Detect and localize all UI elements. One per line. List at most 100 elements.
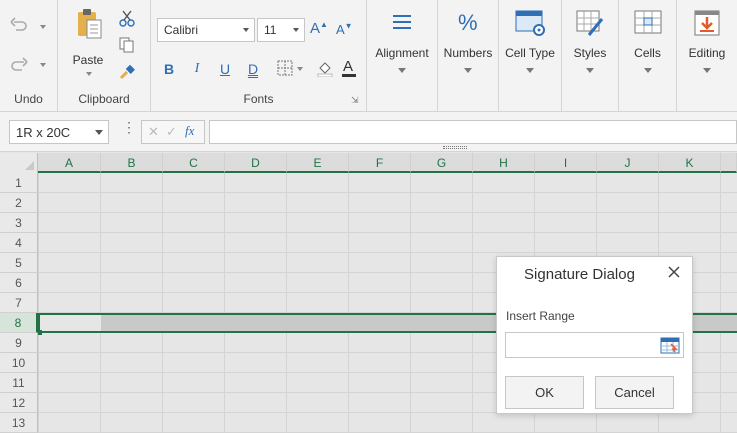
increase-font-icon: A▲ bbox=[310, 20, 328, 37]
fill-color-button[interactable] bbox=[316, 59, 334, 80]
alignment-button[interactable]: Alignment bbox=[367, 0, 438, 112]
editing-label: Editing bbox=[688, 46, 726, 60]
chevron-down-icon bbox=[703, 68, 711, 73]
row-header[interactable]: 12 bbox=[0, 393, 38, 413]
chevron-down-icon bbox=[293, 28, 299, 32]
range-select-button[interactable] bbox=[660, 337, 680, 354]
column-header[interactable]: H bbox=[473, 153, 535, 173]
copy-button[interactable] bbox=[118, 36, 136, 57]
row-header[interactable]: 2 bbox=[0, 193, 38, 213]
chevron-down-icon bbox=[464, 68, 472, 73]
ribbon: Undo Paste Clipboard Calibri 11 A▲ A▼ B … bbox=[0, 0, 737, 112]
row-header[interactable]: 11 bbox=[0, 373, 38, 393]
insert-range-input[interactable] bbox=[505, 332, 684, 358]
double-underline-button[interactable]: D bbox=[243, 60, 263, 78]
close-icon bbox=[668, 266, 680, 278]
row-header[interactable]: 10 bbox=[0, 353, 38, 373]
undo-group-label: Undo bbox=[14, 92, 43, 106]
decrease-font-button[interactable]: A▼ bbox=[336, 22, 353, 37]
paste-label: Paste bbox=[72, 53, 104, 67]
paste-button[interactable]: Paste bbox=[72, 4, 106, 84]
font-color-button[interactable]: A bbox=[341, 58, 357, 81]
column-header[interactable]: E bbox=[287, 153, 349, 173]
cells-label: Cells bbox=[634, 46, 661, 60]
cell-type-icon bbox=[515, 10, 545, 36]
formula-bar-menu-icon[interactable]: ⋮ bbox=[122, 120, 136, 134]
active-cell[interactable] bbox=[38, 313, 101, 333]
font-name-value: Calibri bbox=[164, 23, 199, 37]
format-painter-button[interactable] bbox=[118, 63, 136, 84]
underline-button[interactable]: U bbox=[215, 60, 235, 78]
paint-bucket-icon bbox=[317, 62, 333, 78]
formula-input[interactable] bbox=[209, 120, 737, 144]
cancel-formula-icon[interactable]: ✕ bbox=[148, 124, 159, 140]
italic-button[interactable]: I bbox=[187, 60, 207, 78]
chevron-down-icon bbox=[398, 68, 406, 73]
ok-button[interactable]: OK bbox=[505, 376, 584, 409]
bold-button[interactable]: B bbox=[159, 60, 179, 78]
numbers-button[interactable]: % Numbers bbox=[438, 0, 499, 112]
cell-type-label: Cell Type bbox=[505, 46, 555, 60]
font-name-combo[interactable]: Calibri bbox=[157, 18, 255, 42]
row-header[interactable]: 9 bbox=[0, 333, 38, 353]
column-header[interactable]: D bbox=[225, 153, 287, 173]
column-header[interactable]: G bbox=[411, 153, 473, 173]
borders-dropdown-caret[interactable] bbox=[297, 67, 303, 71]
row-header[interactable]: 3 bbox=[0, 213, 38, 233]
numbers-label: Numbers bbox=[443, 46, 493, 60]
styles-button[interactable]: Styles bbox=[562, 0, 619, 112]
column-header[interactable]: K bbox=[659, 153, 721, 173]
column-header[interactable]: A bbox=[38, 153, 101, 173]
formula-buttons: ✕ ✓ fx bbox=[141, 120, 205, 144]
select-all-corner[interactable] bbox=[0, 153, 38, 173]
cancel-button[interactable]: Cancel bbox=[595, 376, 674, 409]
scissors-icon bbox=[119, 10, 135, 27]
cut-button[interactable] bbox=[118, 9, 136, 30]
name-box-value: 1R x 20C bbox=[16, 125, 71, 140]
column-header[interactable]: I bbox=[535, 153, 597, 173]
format-painter-icon bbox=[119, 64, 135, 80]
column-header[interactable]: F bbox=[349, 153, 411, 173]
styles-label: Styles bbox=[573, 46, 607, 60]
clipboard-group: Paste Clipboard bbox=[58, 0, 151, 112]
row-header[interactable]: 4 bbox=[0, 233, 38, 253]
row-header[interactable]: 6 bbox=[0, 273, 38, 293]
insert-range-label: Insert Range bbox=[506, 309, 575, 323]
column-header[interactable] bbox=[721, 153, 737, 173]
editing-button[interactable]: Editing bbox=[677, 0, 737, 112]
row-header[interactable]: 5 bbox=[0, 253, 38, 273]
paste-icon bbox=[78, 9, 102, 39]
undo-dropdown-caret[interactable] bbox=[40, 25, 46, 29]
increase-font-button[interactable]: A▲ bbox=[310, 20, 328, 37]
undo-button[interactable] bbox=[9, 16, 29, 37]
row-header[interactable]: 13 bbox=[0, 413, 38, 433]
row-header[interactable]: 7 bbox=[0, 293, 38, 313]
formula-bar-resize-handle[interactable] bbox=[443, 146, 467, 149]
clipboard-group-label: Clipboard bbox=[78, 92, 130, 106]
close-button[interactable] bbox=[666, 264, 682, 280]
chevron-down-icon bbox=[643, 68, 652, 73]
column-header[interactable]: C bbox=[163, 153, 225, 173]
row-header-selected[interactable]: 8 bbox=[0, 313, 38, 333]
redo-dropdown-caret[interactable] bbox=[40, 63, 46, 67]
name-box[interactable]: 1R x 20C bbox=[9, 120, 109, 144]
row-header[interactable]: 1 bbox=[0, 173, 38, 193]
column-header[interactable]: B bbox=[101, 153, 163, 173]
alignment-label: Alignment bbox=[375, 46, 429, 60]
align-lines-icon bbox=[393, 15, 411, 29]
confirm-formula-icon[interactable]: ✓ bbox=[166, 124, 177, 140]
cell-type-button[interactable]: Cell Type bbox=[499, 0, 562, 112]
column-headers: A B C D E F G H I J K bbox=[0, 153, 737, 173]
percent-icon: % bbox=[458, 10, 478, 35]
borders-button[interactable] bbox=[277, 60, 293, 79]
insert-function-button[interactable]: fx bbox=[185, 123, 194, 139]
signature-dialog: Signature Dialog Insert Range OK Cancel bbox=[496, 256, 693, 414]
cells-button[interactable]: Cells bbox=[619, 0, 677, 112]
font-size-combo[interactable]: 11 bbox=[257, 18, 305, 42]
editing-icon bbox=[694, 10, 720, 36]
undo-icon bbox=[10, 17, 27, 31]
dialog-title: Signature Dialog bbox=[524, 266, 635, 283]
column-header[interactable]: J bbox=[597, 153, 659, 173]
redo-button[interactable] bbox=[9, 56, 29, 77]
cells-table-icon bbox=[634, 10, 661, 34]
